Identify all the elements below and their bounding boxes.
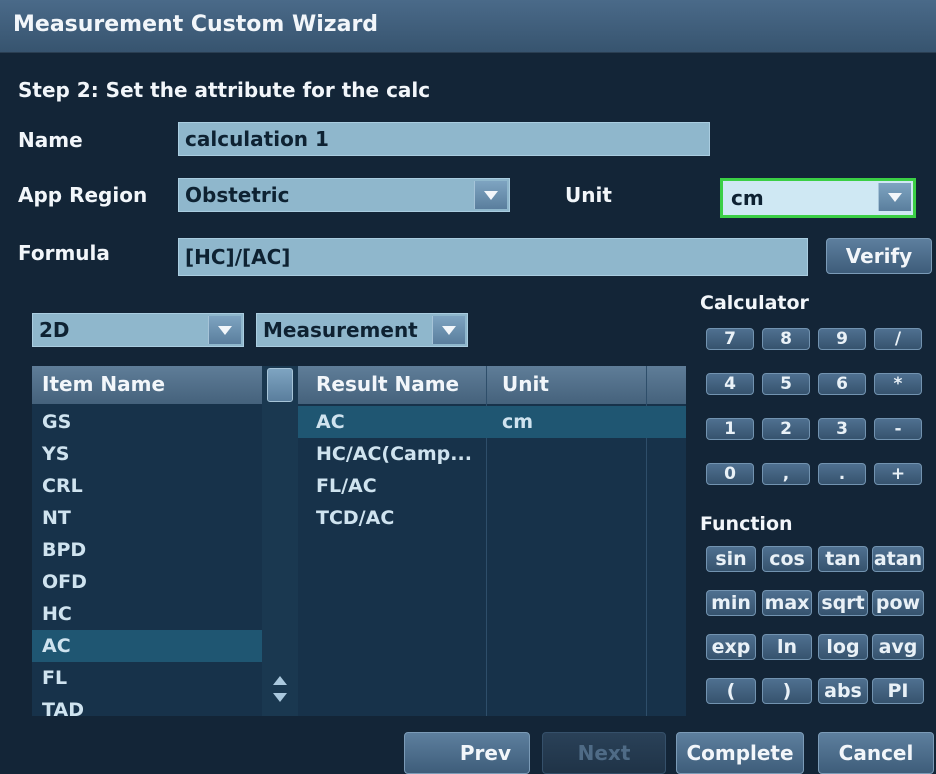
function-key[interactable]: (: [706, 678, 756, 704]
type-value: Measurement: [263, 318, 418, 342]
unit-label: Unit: [565, 183, 612, 207]
chevron-down-icon[interactable]: [208, 316, 241, 344]
type-dropdown[interactable]: Measurement: [256, 313, 468, 347]
function-key[interactable]: pow: [872, 590, 924, 616]
table-row[interactable]: [298, 598, 686, 630]
next-button[interactable]: Next: [542, 732, 666, 774]
function-label: Function: [700, 513, 793, 535]
mode-value: 2D: [39, 318, 70, 342]
result-name-cell: FL/AC: [316, 475, 377, 497]
function-key[interactable]: avg: [872, 634, 924, 660]
unit-cell: cm: [502, 411, 534, 433]
list-item[interactable]: AC: [32, 630, 262, 662]
calculator-key[interactable]: 3: [818, 418, 866, 440]
function-key[interactable]: PI: [872, 678, 924, 704]
calculator-key[interactable]: 4: [706, 373, 754, 395]
list-item[interactable]: GS: [32, 406, 262, 438]
complete-button[interactable]: Complete: [676, 732, 804, 774]
unit-header: Unit: [502, 372, 549, 396]
app-region-dropdown[interactable]: Obstetric: [178, 178, 510, 212]
cancel-button[interactable]: Cancel: [818, 732, 934, 774]
calculator-key[interactable]: -: [874, 418, 922, 440]
mode-dropdown[interactable]: 2D: [32, 313, 244, 347]
calculator-label: Calculator: [700, 292, 809, 314]
function-key[interactable]: min: [706, 590, 756, 616]
list-item[interactable]: HC: [32, 598, 262, 630]
unit-value: cm: [731, 186, 764, 210]
calculator-key[interactable]: 0: [706, 463, 754, 485]
function-key[interactable]: sin: [706, 546, 756, 572]
formula-input[interactable]: [HC]/[AC]: [178, 238, 808, 276]
item-list-scrollbar[interactable]: [262, 366, 298, 716]
calculator-key[interactable]: 7: [706, 328, 754, 350]
measurement-custom-wizard-window: Measurement Custom Wizard Step 2: Set th…: [0, 0, 936, 774]
scroll-down-icon[interactable]: [273, 693, 287, 702]
window-title: Measurement Custom Wizard: [13, 12, 379, 37]
app-region-value: Obstetric: [185, 183, 290, 207]
function-key[interactable]: abs: [818, 678, 868, 704]
table-row[interactable]: [298, 630, 686, 662]
list-item[interactable]: NT: [32, 502, 262, 534]
title-bar: Measurement Custom Wizard: [0, 0, 936, 53]
function-key[interactable]: max: [762, 590, 812, 616]
calculator-key[interactable]: /: [874, 328, 922, 350]
chevron-down-icon[interactable]: [878, 183, 911, 211]
step-heading: Step 2: Set the attribute for the calc: [18, 78, 431, 102]
app-region-label: App Region: [18, 183, 148, 207]
result-table: Result Name Unit AC cm HC/AC(Camp... FL/AC T…: [298, 366, 686, 716]
calculator-key[interactable]: 9: [818, 328, 866, 350]
calculator-key[interactable]: +: [874, 463, 922, 485]
calculator-key[interactable]: 2: [762, 418, 810, 440]
prev-button[interactable]: Prev: [404, 732, 530, 774]
calculator-key[interactable]: ,: [762, 463, 810, 485]
item-list: Item Name GS YS CRL NT BPD OFD HC AC FL TAD: [32, 366, 262, 721]
name-input[interactable]: calculation 1: [178, 122, 710, 156]
formula-label: Formula: [18, 241, 110, 265]
function-key[interactable]: log: [818, 634, 868, 660]
table-row[interactable]: [298, 694, 686, 726]
scroll-up-icon[interactable]: [273, 676, 287, 685]
chevron-down-icon[interactable]: [432, 316, 465, 344]
table-row[interactable]: HC/AC(Camp...: [298, 438, 686, 470]
function-key[interactable]: cos: [762, 546, 812, 572]
result-table-header: Result Name Unit: [298, 366, 686, 404]
list-item[interactable]: CRL: [32, 470, 262, 502]
result-name-header: Result Name: [316, 372, 460, 396]
table-row[interactable]: FL/AC: [298, 470, 686, 502]
list-item[interactable]: YS: [32, 438, 262, 470]
list-item[interactable]: BPD: [32, 534, 262, 566]
calculator-key[interactable]: 8: [762, 328, 810, 350]
calculator-key[interactable]: .: [818, 463, 866, 485]
calculator-key[interactable]: 5: [762, 373, 810, 395]
function-key[interactable]: exp: [706, 634, 756, 660]
result-name-cell: TCD/AC: [316, 507, 395, 529]
result-name-cell: HC/AC(Camp...: [316, 443, 472, 465]
result-name-cell: AC: [316, 411, 345, 433]
calculator-key[interactable]: 1: [706, 418, 754, 440]
function-key[interactable]: ): [762, 678, 812, 704]
function-key[interactable]: sqrt: [818, 590, 868, 616]
table-row[interactable]: [298, 566, 686, 598]
scrollbar-thumb[interactable]: [267, 368, 293, 402]
list-item[interactable]: FL: [32, 662, 262, 694]
table-row[interactable]: [298, 534, 686, 566]
name-label: Name: [18, 128, 83, 152]
item-list-header: Item Name: [32, 366, 262, 404]
table-row[interactable]: [298, 662, 686, 694]
verify-button[interactable]: Verify: [826, 238, 932, 274]
list-item[interactable]: TAD: [32, 694, 262, 726]
list-item[interactable]: OFD: [32, 566, 262, 598]
unit-dropdown[interactable]: cm: [720, 178, 916, 218]
table-row[interactable]: TCD/AC: [298, 502, 686, 534]
function-key[interactable]: ln: [762, 634, 812, 660]
table-row[interactable]: AC cm: [298, 406, 686, 438]
chevron-down-icon[interactable]: [474, 181, 507, 209]
function-key[interactable]: atan: [872, 546, 924, 572]
calculator-key[interactable]: *: [874, 373, 922, 395]
calculator-key[interactable]: 6: [818, 373, 866, 395]
function-key[interactable]: tan: [818, 546, 868, 572]
